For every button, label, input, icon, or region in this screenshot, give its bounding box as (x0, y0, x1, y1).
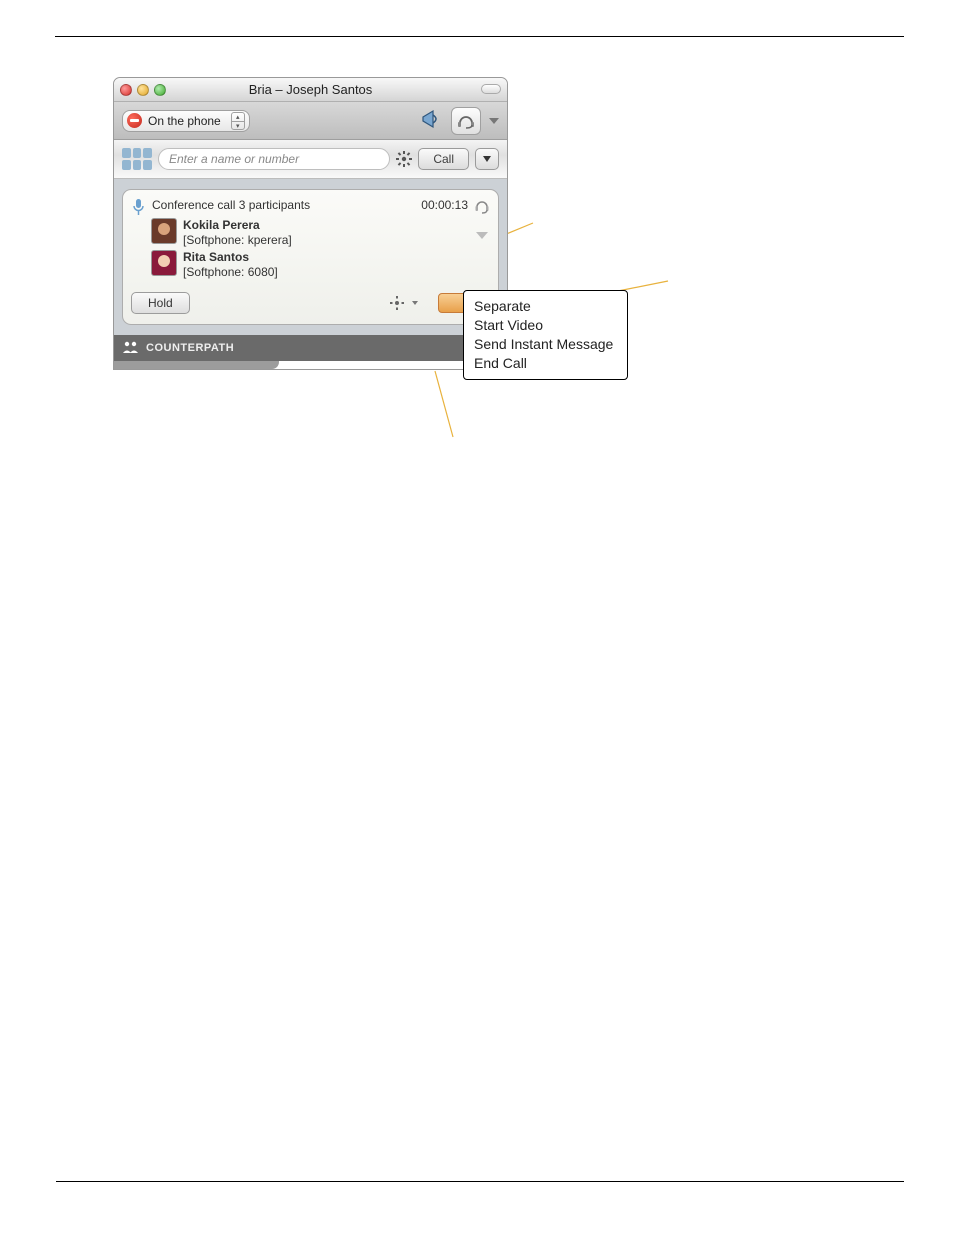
gear-icon[interactable] (396, 151, 412, 167)
top-rule (55, 36, 904, 37)
titlebar-pill-icon[interactable] (481, 84, 501, 94)
window-title: Bria – Joseph Santos (114, 82, 507, 97)
traffic-lights (120, 84, 166, 96)
conference-header: Conference call 3 participants (152, 198, 310, 212)
call-timer: 00:00:13 (421, 198, 468, 212)
menu-item-end-call[interactable]: End Call (474, 354, 613, 373)
brand-text: COUNTERPATH (146, 342, 234, 354)
footer-bottom-accent (114, 361, 279, 369)
menu-item-send-im[interactable]: Send Instant Message (474, 335, 613, 354)
hold-button[interactable]: Hold (131, 292, 190, 314)
presence-label: On the phone (148, 114, 221, 128)
microphone-icon (131, 198, 146, 216)
zoom-icon[interactable] (154, 84, 166, 96)
status-row: On the phone ▴▾ (114, 102, 507, 140)
menu-item-separate[interactable]: Separate (474, 297, 613, 316)
list-item: Kokila Perera [Softphone: kperera] (151, 218, 490, 248)
participant-name: Rita Santos (183, 250, 278, 265)
avatar (151, 218, 177, 244)
footer-bar: COUNTERPATH (114, 335, 507, 361)
toolbar-icons (419, 107, 499, 135)
brand-icon (122, 340, 140, 357)
participants-list: Kokila Perera [Softphone: kperera] Rita … (151, 218, 490, 280)
presence-stepper-icon[interactable]: ▴▾ (231, 112, 245, 130)
call-headset-icon[interactable] (474, 198, 490, 216)
call-dropdown-icon[interactable] (475, 148, 499, 170)
avatar (151, 250, 177, 276)
participant-detail: [Softphone: 6080] (183, 265, 278, 280)
conference-call-card: Conference call 3 participants 00:00:13 … (122, 189, 499, 325)
bottom-rule (56, 1181, 904, 1182)
dialpad-icon[interactable] (122, 148, 152, 170)
busy-icon (127, 113, 142, 128)
close-icon[interactable] (120, 84, 132, 96)
participant-context-menu: Separate Start Video Send Instant Messag… (463, 290, 628, 380)
call-options-icon[interactable] (390, 296, 404, 310)
dial-input[interactable]: Enter a name or number (158, 148, 390, 170)
titlebar: Bria – Joseph Santos (114, 78, 507, 102)
presence-selector[interactable]: On the phone ▴▾ (122, 110, 250, 132)
participant-detail: [Softphone: kperera] (183, 233, 292, 248)
expand-participants-icon[interactable] (476, 232, 488, 239)
app-window: Bria – Joseph Santos On the phone ▴▾ (113, 77, 508, 370)
megaphone-icon[interactable] (419, 107, 447, 134)
call-options-dropdown-icon[interactable] (412, 301, 418, 305)
minimize-icon[interactable] (137, 84, 149, 96)
call-button[interactable]: Call (418, 148, 469, 170)
menu-item-start-video[interactable]: Start Video (474, 316, 613, 335)
list-item: Rita Santos [Softphone: 6080] (151, 250, 490, 280)
participant-name: Kokila Perera (183, 218, 292, 233)
headset-button[interactable] (451, 107, 481, 135)
toolbar-dropdown-icon[interactable] (489, 118, 499, 124)
call-area: Conference call 3 participants 00:00:13 … (114, 179, 507, 335)
dial-row: Enter a name or number Call (114, 140, 507, 179)
